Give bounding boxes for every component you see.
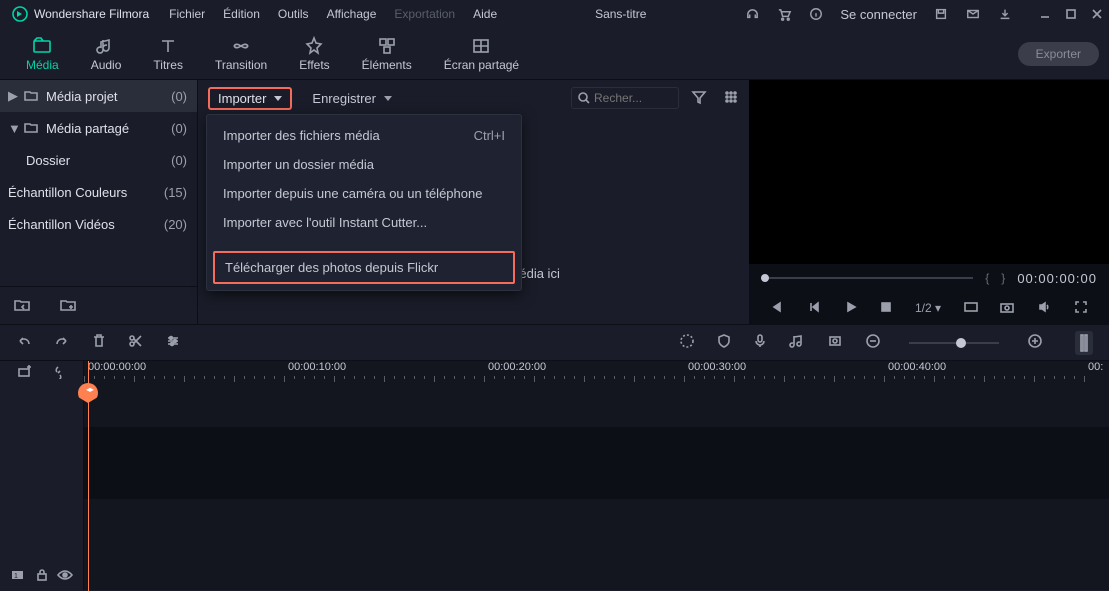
track-video-icon: 1 xyxy=(11,569,27,584)
tab-elements[interactable]: Éléments xyxy=(346,32,428,76)
step-back-button[interactable] xyxy=(807,300,821,317)
split-button[interactable] xyxy=(128,333,144,352)
tab-media[interactable]: Média xyxy=(10,32,75,76)
fullscreen-icon[interactable] xyxy=(1074,300,1088,317)
preview-panel: {} 00:00:00:00 1/2 ▾ xyxy=(749,80,1109,324)
add-track-icon[interactable] xyxy=(17,365,31,382)
mark-out-icon[interactable]: } xyxy=(1001,271,1005,285)
audio-mixer-icon[interactable] xyxy=(789,333,805,352)
playhead[interactable]: ◂▸ xyxy=(88,361,89,591)
tab-titles[interactable]: Titres xyxy=(137,32,199,76)
import-folder-item[interactable]: Importer un dossier média xyxy=(213,150,515,179)
search-icon xyxy=(578,92,590,104)
sidebar-item-video-samples[interactable]: Échantillon Vidéos(20) xyxy=(0,208,197,240)
preview-scrub[interactable]: {} 00:00:00:00 xyxy=(749,264,1109,292)
record-button[interactable]: Enregistrer xyxy=(304,88,400,109)
svg-text:1: 1 xyxy=(14,573,18,580)
tab-split-screen[interactable]: Écran partagé xyxy=(428,32,535,76)
undo-button[interactable] xyxy=(16,333,32,352)
import-instant-cutter-item[interactable]: Importer avec l'outil Instant Cutter... xyxy=(213,208,515,237)
titlebar: Wondershare Filmora Fichier Édition Outi… xyxy=(0,0,1109,28)
marker-icon[interactable] xyxy=(827,333,843,352)
menu-view[interactable]: Affichage xyxy=(327,7,377,21)
document-title: Sans-titre xyxy=(497,7,744,21)
info-icon[interactable] xyxy=(808,6,824,22)
timeline-gutter: 1 xyxy=(0,361,84,590)
mark-in-icon[interactable]: { xyxy=(985,271,989,285)
menu-edit[interactable]: Édition xyxy=(223,7,260,21)
minimize-button[interactable] xyxy=(1039,8,1051,20)
titlebar-actions: Se connecter xyxy=(744,6,1103,22)
sidebar-item-color-samples[interactable]: Échantillon Couleurs(15) xyxy=(0,176,197,208)
timeline-ruler[interactable]: 00:00:00:00 00:00:10:00 00:00:20:00 00:0… xyxy=(84,361,1109,383)
snapshot-icon[interactable] xyxy=(1000,300,1014,317)
menu-file[interactable]: Fichier xyxy=(169,7,205,21)
tab-audio[interactable]: Audio xyxy=(75,32,138,76)
crop-button[interactable] xyxy=(166,333,182,352)
headset-icon[interactable] xyxy=(744,6,760,22)
menu-bar: Fichier Édition Outils Affichage Exporta… xyxy=(169,7,497,21)
scrub-track[interactable] xyxy=(761,277,973,279)
search-input[interactable] xyxy=(594,91,664,105)
zoom-in-button[interactable] xyxy=(1027,333,1043,352)
sidebar-item-folder[interactable]: Dossier(0) xyxy=(0,144,197,176)
main-tabs: Média Audio Titres Transition Effets Élé… xyxy=(0,28,1109,80)
sidebar-item-shared-media[interactable]: ▼ Média partagé(0) xyxy=(0,112,197,144)
save-icon[interactable] xyxy=(933,6,949,22)
import-files-item[interactable]: Importer des fichiers médiaCtrl+I xyxy=(213,121,515,150)
cart-icon[interactable] xyxy=(776,6,792,22)
link-icon[interactable] xyxy=(52,365,66,382)
filter-icon[interactable] xyxy=(691,89,707,108)
menu-export: Exportation xyxy=(394,7,455,21)
preview-viewport xyxy=(749,80,1109,264)
import-flickr-item[interactable]: Télécharger des photos depuis Flickr xyxy=(213,251,515,284)
mail-icon[interactable] xyxy=(965,6,981,22)
menu-tools[interactable]: Outils xyxy=(278,7,309,21)
delete-button[interactable] xyxy=(92,333,106,352)
volume-icon[interactable] xyxy=(1037,300,1051,317)
refresh-folder-icon[interactable] xyxy=(14,296,30,315)
redo-button[interactable] xyxy=(54,333,70,352)
media-sidebar: ▶ Média projet(0) ▼ Média partagé(0) Dos… xyxy=(0,80,198,324)
track-area[interactable] xyxy=(84,427,1109,499)
grid-view-icon[interactable] xyxy=(723,89,739,108)
tab-transition[interactable]: Transition xyxy=(199,32,283,76)
prev-frame-button[interactable] xyxy=(770,300,784,317)
voiceover-icon[interactable] xyxy=(753,333,767,352)
app-logo-icon xyxy=(12,6,28,22)
timeline-toolbar xyxy=(0,324,1109,360)
import-dropdown: Importer des fichiers médiaCtrl+I Import… xyxy=(206,114,522,291)
sidebar-item-project-media[interactable]: ▶ Média projet(0) xyxy=(0,80,197,112)
preview-timecode: 00:00:00:00 xyxy=(1017,271,1097,286)
render-icon[interactable] xyxy=(679,333,695,352)
maximize-button[interactable] xyxy=(1065,8,1077,20)
timeline-body[interactable]: 00:00:00:00 00:00:10:00 00:00:20:00 00:0… xyxy=(84,361,1109,590)
media-panel: Importer Enregistrer Importer des fichie… xyxy=(198,80,749,324)
export-button[interactable]: Exporter xyxy=(1018,42,1099,66)
lock-icon[interactable] xyxy=(36,568,48,585)
panel-resize-handle[interactable] xyxy=(1075,331,1093,355)
app-name: Wondershare Filmora xyxy=(34,7,149,21)
login-button[interactable]: Se connecter xyxy=(840,7,917,22)
quality-icon[interactable] xyxy=(964,300,978,317)
close-button[interactable] xyxy=(1091,8,1103,20)
download-icon[interactable] xyxy=(997,6,1013,22)
shield-icon[interactable] xyxy=(717,333,731,352)
import-camera-item[interactable]: Importer depuis une caméra ou un télépho… xyxy=(213,179,515,208)
tab-effects[interactable]: Effets xyxy=(283,32,345,76)
visibility-icon[interactable] xyxy=(57,569,73,584)
new-folder-icon[interactable] xyxy=(60,296,76,315)
menu-help[interactable]: Aide xyxy=(473,7,497,21)
zoom-dropdown[interactable]: 1/2 ▾ xyxy=(915,301,941,315)
play-button[interactable] xyxy=(844,300,858,317)
timeline: 1 00:00:00:00 00:00:10:00 00:00:20:00 00… xyxy=(0,360,1109,590)
zoom-out-button[interactable] xyxy=(865,333,881,352)
zoom-slider[interactable] xyxy=(909,342,999,344)
import-button[interactable]: Importer xyxy=(208,87,292,110)
stop-button[interactable] xyxy=(880,301,892,316)
search-field[interactable] xyxy=(571,87,679,109)
